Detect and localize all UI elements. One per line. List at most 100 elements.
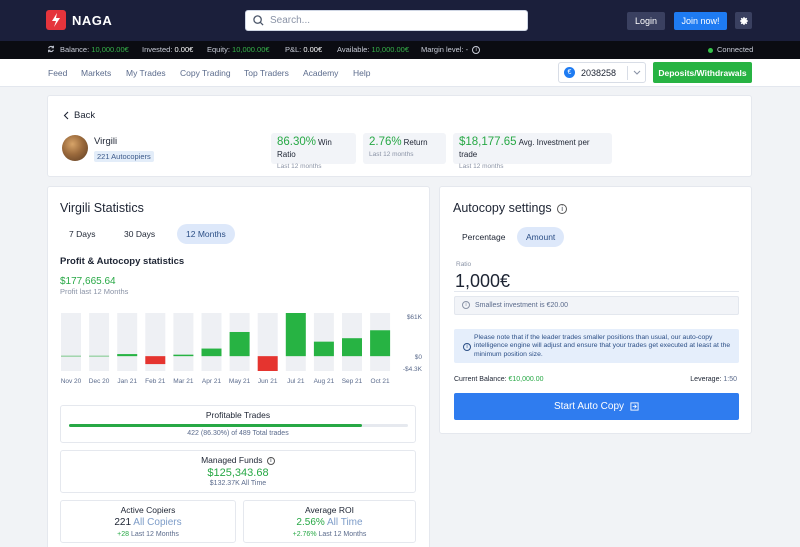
- account-number: 2038258: [581, 67, 617, 78]
- win-ratio-stat: 86.30% Win Ratio Last 12 months: [271, 133, 356, 170]
- x-tick-label: Mar 21: [173, 378, 194, 385]
- naga-logo[interactable]: NAGA: [46, 10, 112, 30]
- nav-copy-trading[interactable]: Copy Trading: [180, 68, 231, 78]
- deposits-withdrawals-button[interactable]: Deposits/Withdrawals: [653, 62, 752, 83]
- return-stat: 2.76% Return Last 12 months: [363, 133, 446, 164]
- tab-amount[interactable]: Amount: [517, 227, 565, 247]
- autocopy-title: Autocopy settings i: [453, 201, 568, 215]
- chart-column-bg: [173, 313, 194, 371]
- leverage: Leverage: 1:50: [690, 376, 737, 383]
- info-icon[interactable]: i: [557, 203, 568, 214]
- divider: [627, 66, 628, 80]
- margin-status: Margin level: - i: [421, 45, 481, 55]
- chart-column-bg: [89, 313, 110, 371]
- average-roi-panel: Average ROI 2.56% All Time +2.76% Last 1…: [243, 500, 416, 543]
- x-tick-label: Jan 21: [117, 378, 137, 385]
- equity-status: Equity: 10,000.00€: [207, 45, 270, 54]
- chart-column-bg: [201, 313, 222, 371]
- login-button[interactable]: Login: [627, 12, 665, 30]
- y-tick-label: $0: [415, 354, 423, 361]
- chart-bar[interactable]: [201, 348, 222, 357]
- active-copiers-value: 221 All Copiers: [114, 517, 182, 528]
- managed-funds-panel: Managed Funds i $125,343.68 $132.37K All…: [60, 450, 416, 493]
- account-status-bar: Balance: 10,000.00€ Invested: 0.00€ Equi…: [0, 41, 800, 59]
- active-copiers-panel: Active Copiers 221 All Copiers +28 Last …: [60, 500, 236, 543]
- stat-value: 86.30%: [277, 136, 317, 148]
- search-box[interactable]: [245, 10, 528, 31]
- average-roi-change: +2.76% Last 12 Months: [292, 531, 367, 538]
- ratio-input[interactable]: 1,000€: [455, 271, 510, 292]
- chart-bar[interactable]: [89, 355, 110, 357]
- start-auto-copy-button[interactable]: Start Auto Copy: [454, 393, 739, 420]
- chart-bar[interactable]: [145, 356, 166, 365]
- x-tick-label: May 21: [229, 378, 251, 385]
- chart-bar[interactable]: [342, 338, 362, 357]
- chart-bar[interactable]: [370, 330, 391, 357]
- nav-my-trades[interactable]: My Trades: [126, 68, 166, 78]
- search-icon: [253, 15, 264, 26]
- active-copiers-title: Active Copiers: [120, 505, 176, 515]
- nav-markets[interactable]: Markets: [81, 68, 111, 78]
- chart-bar[interactable]: [257, 356, 278, 371]
- balance-status: Balance: 10,000.00€: [60, 45, 129, 54]
- x-tick-label: Oct 21: [371, 378, 391, 385]
- euro-icon: €: [564, 67, 575, 78]
- search-input[interactable]: [270, 15, 510, 26]
- invested-status: Invested: 0.00€: [142, 45, 194, 54]
- stat-period: Last 12 months: [459, 163, 504, 170]
- statistics-title: Virgili Statistics: [60, 201, 144, 215]
- profitable-trades-sub: 422 (86.30%) of 489 Total trades: [187, 430, 289, 437]
- chart-bar[interactable]: [173, 354, 194, 357]
- chart-bar[interactable]: [313, 341, 334, 357]
- nav-help[interactable]: Help: [353, 68, 370, 78]
- autocopy-settings-card: Autocopy settings i Percentage Amount Ra…: [439, 186, 752, 434]
- info-icon[interactable]: i: [266, 456, 275, 465]
- stat-value: 2.76%: [369, 136, 402, 148]
- average-roi-value: 2.56% All Time: [296, 517, 363, 528]
- min-investment-note: i Smallest investment is €20.00: [454, 296, 739, 315]
- tab-12-months[interactable]: 12 Months: [177, 224, 235, 244]
- x-tick-label: Nov 20: [61, 378, 82, 385]
- nav-top-traders[interactable]: Top Traders: [244, 68, 289, 78]
- avg-investment-stat: $18,177.65 Avg. Investment per trade Last…: [453, 133, 612, 170]
- statistics-card: Virgili Statistics 7 Days 30 Days 12 Mon…: [47, 186, 430, 547]
- stat-value: $18,177.65: [459, 136, 517, 148]
- info-icon[interactable]: i: [472, 46, 481, 55]
- refresh-icon[interactable]: [47, 45, 55, 55]
- x-tick-label: Feb 21: [145, 378, 166, 385]
- copy-icon: [630, 402, 639, 411]
- average-roi-title: Average ROI: [305, 505, 354, 515]
- start-label: Start Auto Copy: [553, 401, 625, 412]
- x-tick-label: Aug 21: [314, 378, 335, 385]
- current-balance: Current Balance: €10,000.00: [454, 376, 544, 383]
- tab-30-days[interactable]: 30 Days: [115, 224, 164, 244]
- chart-bar[interactable]: [229, 331, 250, 357]
- active-copiers-change: +28 Last 12 Months: [117, 531, 179, 538]
- info-icon: i: [462, 301, 470, 309]
- trader-name: Virgili: [94, 136, 118, 147]
- tab-percentage[interactable]: Percentage: [453, 227, 514, 247]
- chart-bar[interactable]: [61, 355, 81, 357]
- chart-bar[interactable]: [117, 354, 138, 357]
- gear-icon: [739, 16, 748, 25]
- avatar[interactable]: [62, 135, 88, 161]
- nav-feed[interactable]: Feed: [48, 68, 67, 78]
- nav-academy[interactable]: Academy: [303, 68, 338, 78]
- managed-funds-value: $125,343.68: [207, 467, 269, 479]
- profit-value: $177,665.64: [60, 276, 116, 287]
- profitable-trades-panel: Profitable Trades 422 (86.30%) of 489 To…: [60, 405, 416, 443]
- profit-subtitle: Profit last 12 Months: [60, 287, 129, 296]
- pl-status: P&L: 0.00€: [285, 45, 323, 54]
- account-selector[interactable]: € 2038258: [558, 62, 646, 83]
- join-now-button[interactable]: Join now!: [674, 12, 727, 30]
- profitable-trades-title: Profitable Trades: [205, 410, 271, 420]
- back-button[interactable]: Back: [63, 110, 95, 121]
- settings-button[interactable]: [735, 12, 752, 29]
- x-tick-label: Apr 21: [202, 378, 222, 385]
- tab-7-days[interactable]: 7 Days: [60, 224, 104, 244]
- chevron-down-icon: [633, 70, 641, 75]
- x-tick-label: Sep 21: [342, 378, 363, 385]
- chevron-left-icon: [63, 111, 69, 120]
- chart-bar[interactable]: [285, 313, 306, 357]
- logo-icon: [46, 10, 66, 30]
